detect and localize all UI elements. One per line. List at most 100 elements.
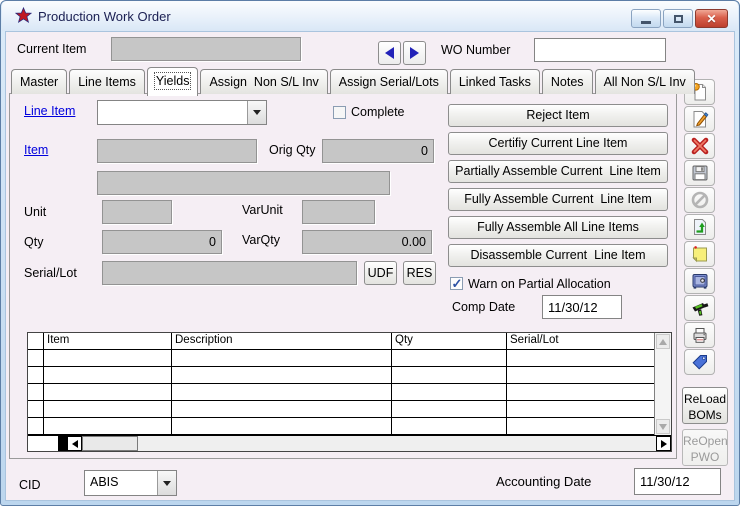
fully-assemble-current-line-item-button[interactable]: Fully Assemble Current Line Item (448, 188, 668, 211)
print-button[interactable] (684, 322, 715, 348)
column-header-description[interactable]: Description (172, 333, 392, 349)
table-cell (44, 384, 172, 400)
tab-label: Master (20, 75, 58, 89)
reopen-pwo-line2: PWO (691, 450, 720, 464)
table-row[interactable] (28, 384, 654, 401)
tab-assign-non-sl-inv[interactable]: Assign Non S/L Inv (200, 69, 327, 94)
row-selector[interactable] (28, 367, 44, 383)
delete-record-button[interactable] (684, 133, 715, 159)
cid-label: CID (19, 478, 41, 492)
grid-body (28, 350, 654, 435)
line-item-combobox[interactable] (97, 100, 267, 125)
action-button-stack: Reject Item Certifiy Current Line Item Par… (448, 104, 668, 267)
qty-label: Qty (24, 235, 43, 249)
table-cell (44, 367, 172, 383)
var-qty-field: 0.00 (302, 230, 432, 254)
grid-splitter-box[interactable] (58, 436, 67, 451)
table-row[interactable] (28, 350, 654, 367)
partially-assemble-current-line-item-button[interactable]: Partially Assemble Current Line Item (448, 160, 668, 183)
row-selector[interactable] (28, 401, 44, 417)
line-item-link[interactable]: Line Item (24, 104, 75, 118)
row-selector[interactable] (28, 350, 44, 366)
horizontal-scroll-track[interactable] (138, 436, 656, 451)
vertical-scrollbar[interactable] (654, 333, 671, 435)
certify-current-line-item-button[interactable]: Certifiy Current Line Item (448, 132, 668, 155)
drill-tool-icon (690, 298, 710, 318)
column-header-qty[interactable]: Qty (392, 333, 507, 349)
var-unit-label: VarUnit (242, 203, 283, 217)
scroll-right-icon[interactable] (656, 436, 671, 451)
table-row[interactable] (28, 367, 654, 384)
minimize-button[interactable] (631, 9, 661, 28)
serial-lot-label: Serial/Lot (24, 266, 77, 280)
tab-label: Assign Serial/Lots (339, 75, 439, 89)
app-star-icon (15, 7, 32, 24)
close-button[interactable]: ✕ (695, 9, 728, 28)
disassemble-current-line-item-button[interactable]: Disassemble Current Line Item (448, 244, 668, 267)
tab-assign-serial-lots[interactable]: Assign Serial/Lots (330, 69, 448, 94)
tab-notes[interactable]: Notes (542, 69, 593, 94)
minimize-icon (641, 21, 651, 24)
tab-all-non-sl-inv[interactable]: All Non S/L Inv (595, 69, 695, 94)
tab-linked-tasks[interactable]: Linked Tasks (450, 69, 540, 94)
line-item-value (98, 101, 247, 124)
column-header-item[interactable]: Item (44, 333, 172, 349)
complete-checkbox[interactable] (333, 106, 346, 119)
restore-button[interactable] (663, 9, 693, 28)
previous-record-button[interactable] (378, 41, 401, 65)
serial-lot-field (102, 261, 357, 285)
horizontal-scrollbar[interactable] (28, 435, 671, 451)
chevron-down-icon (163, 481, 171, 486)
cid-combobox[interactable]: ABIS (84, 470, 177, 496)
accounting-date-input[interactable] (634, 468, 721, 495)
row-selector[interactable] (28, 384, 44, 400)
printer-icon (690, 325, 710, 345)
wo-number-label: WO Number (441, 43, 510, 57)
table-row[interactable] (28, 401, 654, 418)
tab-label: All Non S/L Inv (604, 75, 686, 89)
tab-line-items[interactable]: Line Items (69, 69, 145, 94)
item-link[interactable]: Item (24, 143, 48, 157)
save-record-button[interactable] (684, 160, 715, 186)
horizontal-scroll-thumb[interactable] (82, 436, 138, 451)
scroll-up-icon[interactable] (656, 334, 670, 349)
unit-label: Unit (24, 205, 46, 219)
comp-date-input[interactable] (542, 295, 622, 319)
table-cell (44, 418, 172, 434)
safe-vault-icon (690, 271, 710, 291)
var-unit-field (302, 200, 375, 224)
fully-assemble-all-line-items-button[interactable]: Fully Assemble All Line Items (448, 216, 668, 239)
cancel-button[interactable] (684, 187, 715, 213)
side-toolbar (684, 79, 715, 375)
post-document-button[interactable] (684, 214, 715, 240)
reject-item-button[interactable]: Reject Item (448, 104, 668, 127)
next-record-button[interactable] (403, 41, 426, 65)
unit-field (102, 200, 172, 224)
notes-button[interactable] (684, 241, 715, 267)
reload-boms-button[interactable]: ReLoadBOMs (682, 387, 728, 424)
tab-label: Line Items (78, 75, 136, 89)
cid-dropdown-button[interactable] (157, 471, 176, 495)
tag-button[interactable] (684, 349, 715, 375)
vault-button[interactable] (684, 268, 715, 294)
tab-label: Linked Tasks (459, 75, 531, 89)
table-row[interactable] (28, 418, 654, 435)
item-description-field (97, 171, 390, 195)
scroll-left-icon[interactable] (67, 436, 82, 451)
column-header-serial-lot[interactable]: Serial/Lot (507, 333, 654, 349)
scroll-down-icon[interactable] (656, 419, 670, 434)
warn-partial-allocation-checkbox[interactable] (450, 277, 463, 290)
table-cell (507, 367, 654, 383)
row-selector-header (28, 333, 44, 349)
row-selector[interactable] (28, 418, 44, 434)
edit-record-button[interactable] (684, 106, 715, 132)
window-title: Production Work Order (38, 9, 171, 24)
drill-down-button[interactable] (684, 295, 715, 321)
line-item-dropdown-button[interactable] (247, 101, 266, 124)
tab-master[interactable]: Master (11, 69, 67, 94)
udf-button[interactable]: UDF (364, 261, 397, 285)
res-button[interactable]: RES (403, 261, 436, 285)
yield-items-table: ItemDescriptionQtySerial/Lot (27, 332, 672, 452)
wo-number-input[interactable] (534, 38, 666, 62)
tab-yields[interactable]: Yields (147, 67, 199, 96)
